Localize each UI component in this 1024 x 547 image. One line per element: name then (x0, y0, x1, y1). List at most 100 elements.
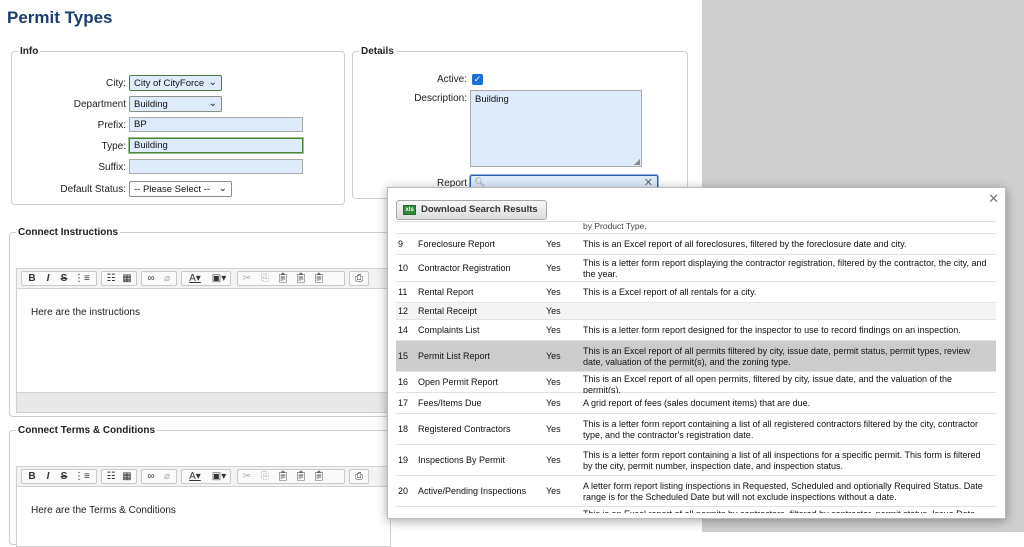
paste-text-icon[interactable]: 📋︎ (294, 272, 308, 285)
download-search-results-button[interactable]: xls Download Search Results (396, 200, 547, 220)
list-item[interactable]: 12 Rental Receipt Yes (396, 303, 996, 320)
ordered-list-icon[interactable]: ⋮≡ (74, 470, 90, 483)
connect-terms-fieldset: Connect Terms & Conditions B I S ⋮≡ ☷ ▦ … (9, 425, 391, 547)
row-description: This is an Excel report of all permits f… (583, 345, 970, 367)
paste-word-icon[interactable]: 📋︎ (312, 272, 326, 285)
paste-word-icon[interactable]: 📋︎ (312, 470, 326, 483)
row-description: This is a letter form report designed fo… (583, 325, 961, 335)
prefix-input[interactable]: BP (129, 117, 303, 132)
cut-icon[interactable]: ✂ (240, 272, 254, 285)
cut-icon[interactable]: ✂ (240, 470, 254, 483)
row-report-name: Foreclosure Report (418, 239, 496, 249)
row-description: This is a Excel report of all rentals fo… (583, 287, 757, 297)
strikethrough-icon[interactable]: S (58, 272, 70, 285)
color-group: A▾ ▣▾ (181, 271, 231, 286)
background-color-icon[interactable]: ▣▾ (208, 470, 230, 483)
row-active: Yes (546, 239, 561, 249)
list-item[interactable]: This is an Excel report of all permits b… (396, 507, 996, 513)
text-color-icon[interactable]: A▾ (184, 272, 206, 285)
connect-instructions-legend: Connect Instructions (18, 227, 119, 238)
ordered-list-icon[interactable]: ⋮≡ (74, 272, 90, 285)
row-report-name: Fees/Items Due (418, 398, 482, 408)
format-group: B I S ⋮≡ (21, 271, 97, 286)
format-group: B I S ⋮≡ (21, 469, 97, 484)
text-color-icon[interactable]: A▾ (184, 470, 206, 483)
info-fieldset: Info City: City of CityForce ⌄ Departmen… (11, 46, 345, 205)
list-item[interactable]: 20 Active/Pending Inspections Yes A letter … (396, 476, 996, 507)
close-icon[interactable]: ✕ (988, 191, 999, 207)
department-select-value: Building (134, 99, 168, 110)
row-description: A letter form report listing inspections… (583, 480, 983, 502)
print-icon[interactable]: ⎙ (352, 470, 366, 483)
row-report-name: Rental Report (418, 287, 474, 297)
list-item[interactable]: 17 Fees/Items Due Yes A grid report of fees… (396, 393, 996, 414)
table-icon[interactable]: ▦ (120, 272, 134, 285)
row-id: 19 (398, 455, 409, 465)
list-item[interactable]: 19 Inspections By Permit Yes This is a lett… (396, 445, 996, 476)
row-report-name: Complaints List (418, 325, 480, 335)
report-results-list: by Product Type. 9 Foreclosure Report Yes T… (396, 221, 996, 513)
copy-icon[interactable]: ⎘ (258, 470, 272, 483)
row-report-name: Permit List Report (418, 351, 491, 361)
row-id: 20 (398, 486, 409, 496)
resize-grip-icon[interactable]: ◢ (634, 157, 640, 166)
type-input[interactable]: Building (129, 138, 303, 153)
row-description: This is a letter form report containing … (583, 449, 981, 471)
default-status-select[interactable]: -- Please Select -- ⌄ (129, 181, 232, 197)
list-item[interactable]: 15 Permit List Report Yes This is an Excel … (396, 341, 996, 372)
default-status-value: -- Please Select -- (134, 184, 211, 195)
bold-icon[interactable]: B (26, 272, 38, 285)
department-select[interactable]: Building ⌄ (129, 96, 222, 112)
row-active: Yes (546, 377, 561, 387)
description-value: Building (475, 94, 509, 105)
row-id: 15 (398, 351, 409, 361)
print-icon[interactable]: ⎙ (352, 272, 366, 285)
italic-icon[interactable]: I (42, 470, 54, 483)
color-group: A▾ ▣▾ (181, 469, 231, 484)
chevron-down-icon: ⌄ (208, 77, 217, 88)
active-checkbox[interactable]: ✓ (472, 74, 483, 85)
instructions-text: Here are the instructions (31, 307, 140, 318)
print-group: ⎙ (349, 469, 369, 484)
list-item[interactable]: 14 Complaints List Yes This is a letter for… (396, 320, 996, 341)
copy-icon[interactable]: ⎘ (258, 272, 272, 285)
terms-editor[interactable]: Here are the Terms & Conditions (16, 487, 391, 547)
unordered-list-icon[interactable]: ☷ (104, 272, 118, 285)
row-id: 9 (398, 239, 404, 249)
row-active: Yes (546, 424, 561, 434)
table-icon[interactable]: ▦ (120, 470, 134, 483)
city-select[interactable]: City of CityForce ⌄ (129, 75, 222, 91)
list-item[interactable]: 16 Open Permit Report Yes This is an Excel … (396, 372, 996, 395)
paste-icon[interactable]: 📋︎ (276, 272, 290, 285)
suffix-input[interactable] (129, 159, 303, 174)
row-description: This is a letter form report displaying … (583, 257, 987, 279)
bold-icon[interactable]: B (26, 470, 38, 483)
unlink-icon[interactable]: ⌀ (160, 470, 174, 483)
unordered-list-icon[interactable]: ☷ (104, 470, 118, 483)
paste-text-icon[interactable]: 📋︎ (294, 470, 308, 483)
italic-icon[interactable]: I (42, 272, 54, 285)
list-item[interactable]: 9 Foreclosure Report Yes This is an Excel r… (396, 234, 996, 255)
row-active: Yes (546, 455, 561, 465)
editor-toolbar: B I S ⋮≡ ☷ ▦ ∞ ⌀ A▾ ▣▾ ✂ ⎘ 📋︎ 📋︎ 📋︎ ⎙ (16, 268, 391, 289)
instructions-editor[interactable]: Here are the instructions (16, 289, 391, 393)
app-root: Permit Types Info City: City of CityForc… (0, 0, 1024, 547)
editor-toolbar: B I S ⋮≡ ☷ ▦ ∞ ⌀ A▾ ▣▾ ✂ ⎘ 📋︎ 📋︎ 📋︎ ⎙ (16, 466, 391, 487)
paste-icon[interactable]: 📋︎ (276, 470, 290, 483)
type-label: Type: (101, 141, 126, 152)
list-item-fragment: by Product Type. (396, 222, 996, 234)
list-item[interactable]: 18 Registered Contractors Yes This is a let… (396, 414, 996, 445)
row-description: A grid report of fees (sales document it… (583, 398, 811, 408)
list-item[interactable]: 11 Rental Report Yes This is a Excel report… (396, 282, 996, 303)
description-textarea[interactable]: Building ◢ (470, 90, 642, 167)
city-select-value: City of CityForce (134, 78, 205, 89)
link-icon[interactable]: ∞ (144, 470, 158, 483)
default-status-label: Default Status: (60, 184, 126, 195)
list-item[interactable]: 10 Contractor Registration Yes This is a le… (396, 255, 996, 282)
link-icon[interactable]: ∞ (144, 272, 158, 285)
unlink-icon[interactable]: ⌀ (160, 272, 174, 285)
row-report-name: Contractor Registration (418, 263, 511, 273)
background-color-icon[interactable]: ▣▾ (208, 272, 230, 285)
report-search-popup: ✕ xls Download Search Results by Product… (387, 187, 1006, 519)
strikethrough-icon[interactable]: S (58, 470, 70, 483)
